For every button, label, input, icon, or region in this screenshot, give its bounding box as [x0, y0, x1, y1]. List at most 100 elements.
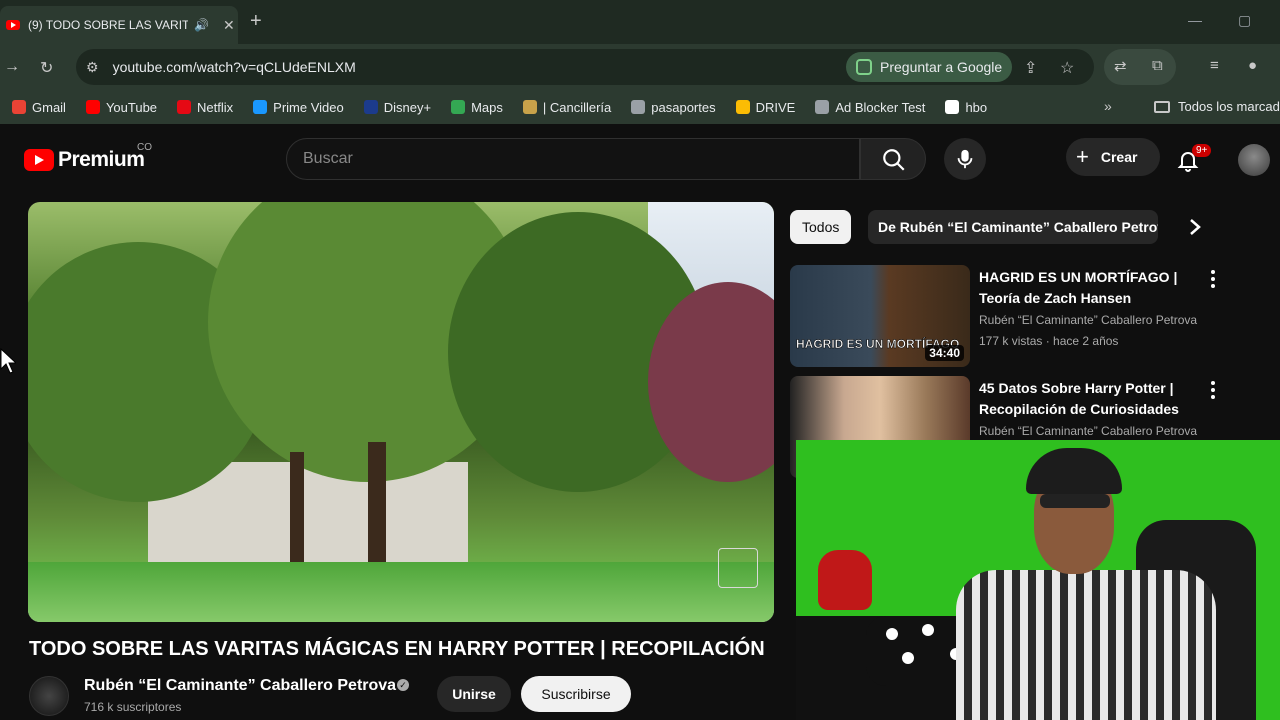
video-thumbnail[interactable]: HAGRID ES UN MORTÍFAGO 34:40: [790, 265, 970, 367]
youtube-premium-logo[interactable]: Premium CO: [24, 142, 152, 172]
minimize-icon[interactable]: —: [1188, 12, 1202, 28]
account-avatar[interactable]: [1238, 144, 1270, 176]
bookmark-favicon-icon: [85, 100, 100, 114]
webcam-person-shirt: [956, 570, 1216, 720]
bookmark-label: Maps: [471, 99, 503, 115]
close-tab-icon[interactable]: ✕: [223, 17, 235, 34]
ask-google-label: Preguntar a Google: [880, 59, 1003, 75]
bookmark-item[interactable]: | Cancillería: [522, 99, 612, 115]
search-icon: [883, 149, 905, 171]
ask-google-button[interactable]: Preguntar a Google: [846, 52, 1013, 82]
bookmark-label: YouTube: [105, 99, 158, 115]
bookmark-item[interactable]: Prime Video: [253, 100, 344, 115]
google-lens-icon: [856, 59, 872, 75]
bookmark-item[interactable]: hbo: [945, 100, 987, 115]
search-box[interactable]: [286, 138, 860, 180]
mouse-cursor-icon: [0, 348, 16, 374]
video-title: TODO SOBRE LAS VARITAS MÁGICAS EN HARRY …: [29, 638, 765, 660]
bookmark-label: | Cancillería: [542, 99, 612, 115]
create-button[interactable]: + Crear: [1066, 138, 1160, 176]
maximize-icon[interactable]: ▢: [1238, 12, 1251, 29]
microphone-icon: [957, 149, 973, 169]
youtube-header: Premium CO + Crear 9+: [0, 124, 1280, 196]
forward-icon[interactable]: →: [4, 58, 20, 76]
chevron-right-icon[interactable]: [1188, 218, 1202, 236]
webcam-person-cap: [1026, 448, 1122, 494]
reload-icon[interactable]: ↻: [40, 58, 53, 78]
recommendation-meta: 177 k vistas · hace 2 años: [979, 334, 1119, 348]
bookmark-favicon-icon: [253, 100, 268, 114]
bookmark-label: pasaportes: [651, 99, 716, 115]
address-bar[interactable]: ⚙ youtube.com/watch?v=qCLUdeENLXM Pregun…: [76, 49, 1094, 85]
create-label: Crear: [1100, 149, 1138, 165]
url-text[interactable]: youtube.com/watch?v=qCLUdeENLXM: [113, 59, 356, 75]
all-bookmarks-button[interactable]: Todos los marcad: [1154, 99, 1280, 114]
more-options-icon[interactable]: [1210, 380, 1216, 400]
verified-check-icon: ✓: [397, 679, 409, 691]
bookmark-item[interactable]: YouTube: [85, 99, 158, 115]
recommendation-item[interactable]: HAGRID ES UN MORTÍFAGO 34:40 HAGRID ES U…: [790, 265, 1230, 369]
bookmark-label: Gmail: [32, 99, 66, 115]
webcam-overlay: [796, 440, 1280, 720]
country-code: CO: [137, 142, 152, 153]
youtube-play-icon: [24, 149, 54, 171]
bookmark-label: Prime Video: [273, 99, 344, 115]
audio-playing-icon[interactable]: 🔊: [194, 18, 209, 32]
search-button[interactable]: [860, 138, 926, 180]
notification-badge: 9+: [1192, 144, 1212, 157]
filter-chips: Todos De Rubén “El Caminante” Caballero …: [790, 210, 1280, 246]
bookmark-favicon-icon: [815, 100, 830, 114]
recommendation-channel[interactable]: Rubén “El Caminante” Caballero Petrova: [979, 424, 1197, 438]
subscribe-button[interactable]: Suscribirse: [521, 676, 631, 712]
bookmark-favicon-icon: [177, 100, 192, 114]
bookmark-item[interactable]: Maps: [451, 100, 503, 115]
paw-print: [922, 624, 934, 636]
bookmark-favicon-icon: [735, 100, 750, 114]
profile-icon[interactable]: ●: [1248, 57, 1257, 74]
bookmark-favicon-icon: [12, 100, 26, 114]
more-options-icon[interactable]: [1210, 269, 1216, 289]
bookmark-item[interactable]: Ad Blocker Test: [815, 100, 925, 115]
bookmark-label: hbo: [965, 99, 988, 115]
bookmark-item[interactable]: Netflix: [177, 100, 233, 115]
more-bookmarks-icon[interactable]: »: [1104, 98, 1112, 114]
chip-all[interactable]: Todos: [790, 210, 852, 244]
bookmark-item[interactable]: pasaportes: [631, 99, 716, 115]
search-input[interactable]: [303, 150, 843, 168]
bookmarks-bar: Gmail YouTube Netflix Prime Video Disney+ Map…: [0, 90, 1280, 124]
install-app-icon[interactable]: ⇪: [1024, 58, 1037, 78]
youtube-favicon-icon: [6, 20, 20, 30]
channel-name[interactable]: Rubén “El Caminante” Caballero Petrova: [84, 677, 396, 695]
bookmark-item[interactable]: Gmail: [12, 100, 66, 115]
all-bookmarks-label: Todos los marcad: [1178, 99, 1280, 114]
bookmark-favicon-icon: [522, 100, 537, 114]
bookmark-star-icon[interactable]: ☆: [1060, 58, 1074, 78]
site-info-icon[interactable]: ⚙: [86, 59, 99, 76]
bookmark-label: Netflix: [197, 99, 234, 115]
channel-avatar[interactable]: [29, 676, 69, 716]
recommendation-channel[interactable]: Rubén “El Caminante” Caballero Petrova: [979, 313, 1197, 327]
video-duration: 34:40: [925, 345, 964, 361]
bookmark-favicon-icon: [631, 100, 646, 114]
join-button[interactable]: Unirse: [437, 676, 511, 712]
extensions-icon[interactable]: ⧉: [1152, 57, 1163, 74]
video-player[interactable]: [28, 202, 774, 622]
logo-text: Premium: [58, 148, 145, 171]
channel-row: Rubén “El Caminante” Caballero Petrova ✓…: [29, 674, 789, 720]
recommendation-title[interactable]: 45 Datos Sobre Harry Potter | Recopilaci…: [979, 378, 1201, 420]
paw-print: [886, 628, 898, 640]
plus-icon: +: [1076, 144, 1089, 169]
media-control-icon[interactable]: ≡: [1210, 57, 1219, 74]
channel-watermark[interactable]: [718, 548, 758, 588]
browser-tab-strip: (9) TODO SOBRE LAS VARITAS MÁGICAS 🔊 ✕ +…: [0, 0, 1280, 44]
chip-channel[interactable]: De Rubén “El Caminante” Caballero Petrov…: [868, 210, 1158, 244]
subscriber-count: 716 k suscriptores: [84, 700, 182, 714]
bookmark-item[interactable]: DRIVE: [735, 100, 795, 115]
browser-tab-active[interactable]: (9) TODO SOBRE LAS VARITAS MÁGICAS 🔊 ✕: [0, 6, 238, 44]
recommendation-title[interactable]: HAGRID ES UN MORTÍFAGO | Teoría de Zach …: [979, 267, 1201, 309]
new-tab-icon[interactable]: +: [250, 10, 262, 33]
bookmark-item[interactable]: Disney+: [363, 100, 431, 115]
video-frame-grass: [28, 562, 774, 622]
voice-search-button[interactable]: [944, 138, 986, 180]
translate-icon[interactable]: ⇄: [1114, 57, 1127, 75]
